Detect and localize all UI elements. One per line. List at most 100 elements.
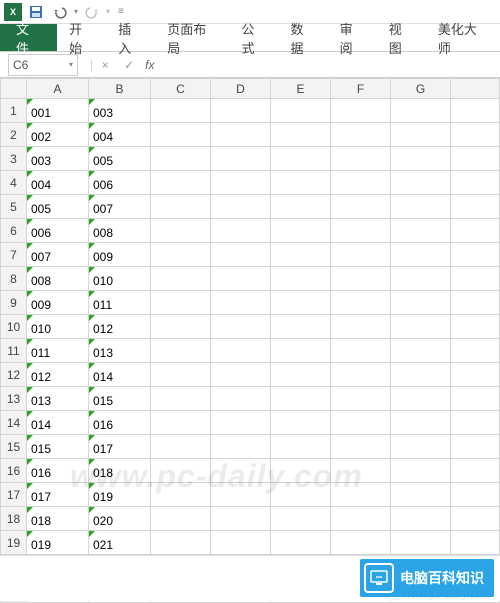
- cell-E10[interactable]: [271, 315, 331, 339]
- cell-E6[interactable]: [271, 219, 331, 243]
- cell-C11[interactable]: [151, 339, 211, 363]
- cell-A16[interactable]: 016: [27, 459, 89, 483]
- cell-A9[interactable]: 009: [27, 291, 89, 315]
- cell-D16[interactable]: [211, 459, 271, 483]
- cell-A4[interactable]: 004: [27, 171, 89, 195]
- cell-F7[interactable]: [331, 243, 391, 267]
- cell-D12[interactable]: [211, 363, 271, 387]
- cell-B16[interactable]: 018: [89, 459, 151, 483]
- cell-D5[interactable]: [211, 195, 271, 219]
- cell-E14[interactable]: [271, 411, 331, 435]
- cell-F3[interactable]: [331, 147, 391, 171]
- cell-A12[interactable]: 012: [27, 363, 89, 387]
- cell-F10[interactable]: [331, 315, 391, 339]
- row-header-3[interactable]: 3: [1, 147, 27, 171]
- cell-C12[interactable]: [151, 363, 211, 387]
- cell-G11[interactable]: [391, 339, 451, 363]
- undo-button[interactable]: [50, 2, 70, 22]
- cell-C1[interactable]: [151, 99, 211, 123]
- worksheet-grid[interactable]: ABCDEFG 10010032002004300300540040065005…: [0, 78, 500, 603]
- cell-D14[interactable]: [211, 411, 271, 435]
- cell-D8[interactable]: [211, 267, 271, 291]
- cell-G1[interactable]: [391, 99, 451, 123]
- cell-G18[interactable]: [391, 507, 451, 531]
- select-all-corner[interactable]: [1, 79, 27, 99]
- row-header-17[interactable]: 17: [1, 483, 27, 507]
- cell-A8[interactable]: 008: [27, 267, 89, 291]
- cell-D15[interactable]: [211, 435, 271, 459]
- cell-F4[interactable]: [331, 171, 391, 195]
- cell-D19[interactable]: [211, 531, 271, 555]
- cell-C8[interactable]: [151, 267, 211, 291]
- row-header-9[interactable]: 9: [1, 291, 27, 315]
- row-header-19[interactable]: 19: [1, 531, 27, 555]
- redo-button[interactable]: [82, 2, 102, 22]
- cell-E7[interactable]: [271, 243, 331, 267]
- cell-B8[interactable]: 010: [89, 267, 151, 291]
- cell-B15[interactable]: 017: [89, 435, 151, 459]
- cell-G4[interactable]: [391, 171, 451, 195]
- cell-A18[interactable]: 018: [27, 507, 89, 531]
- cell-A19[interactable]: 019: [27, 531, 89, 555]
- cell-B3[interactable]: 005: [89, 147, 151, 171]
- cell-A3[interactable]: 003: [27, 147, 89, 171]
- cell-E16[interactable]: [271, 459, 331, 483]
- cell-C10[interactable]: [151, 315, 211, 339]
- cell-G12[interactable]: [391, 363, 451, 387]
- column-header-C[interactable]: C: [151, 79, 211, 99]
- column-header-F[interactable]: F: [331, 79, 391, 99]
- cell-E18[interactable]: [271, 507, 331, 531]
- cell-B4[interactable]: 006: [89, 171, 151, 195]
- cell-D2[interactable]: [211, 123, 271, 147]
- cell-F14[interactable]: [331, 411, 391, 435]
- cell-A6[interactable]: 006: [27, 219, 89, 243]
- cell-C19[interactable]: [151, 531, 211, 555]
- cell-G13[interactable]: [391, 387, 451, 411]
- row-header-1[interactable]: 1: [1, 99, 27, 123]
- cell-A17[interactable]: 017: [27, 483, 89, 507]
- cell-B5[interactable]: 007: [89, 195, 151, 219]
- cell-B10[interactable]: 012: [89, 315, 151, 339]
- tab-data[interactable]: 数据: [279, 24, 328, 51]
- cell-B2[interactable]: 004: [89, 123, 151, 147]
- cell-A15[interactable]: 015: [27, 435, 89, 459]
- cell-B17[interactable]: 019: [89, 483, 151, 507]
- cell-B14[interactable]: 016: [89, 411, 151, 435]
- cell-E1[interactable]: [271, 99, 331, 123]
- cell-C9[interactable]: [151, 291, 211, 315]
- column-header-B[interactable]: B: [89, 79, 151, 99]
- cell-C16[interactable]: [151, 459, 211, 483]
- cell-B6[interactable]: 008: [89, 219, 151, 243]
- cell-C2[interactable]: [151, 123, 211, 147]
- cell-E12[interactable]: [271, 363, 331, 387]
- cell-G9[interactable]: [391, 291, 451, 315]
- cell-E19[interactable]: [271, 531, 331, 555]
- cell-D4[interactable]: [211, 171, 271, 195]
- cell-D18[interactable]: [211, 507, 271, 531]
- fx-icon[interactable]: fx: [141, 58, 158, 72]
- cell-A7[interactable]: 007: [27, 243, 89, 267]
- cell-F2[interactable]: [331, 123, 391, 147]
- redo-dropdown-icon[interactable]: ▾: [106, 7, 110, 16]
- cell-G8[interactable]: [391, 267, 451, 291]
- formula-cancel-button[interactable]: ×: [93, 53, 117, 77]
- column-header-G[interactable]: G: [391, 79, 451, 99]
- cell-B1[interactable]: 003: [89, 99, 151, 123]
- tab-home[interactable]: 开始: [57, 24, 106, 51]
- cell-G5[interactable]: [391, 195, 451, 219]
- formula-confirm-button[interactable]: ✓: [117, 53, 141, 77]
- cell-E11[interactable]: [271, 339, 331, 363]
- cell-B19[interactable]: 021: [89, 531, 151, 555]
- cell-B13[interactable]: 015: [89, 387, 151, 411]
- cell-E3[interactable]: [271, 147, 331, 171]
- cell-F16[interactable]: [331, 459, 391, 483]
- row-header-18[interactable]: 18: [1, 507, 27, 531]
- cell-A10[interactable]: 010: [27, 315, 89, 339]
- row-header-13[interactable]: 13: [1, 387, 27, 411]
- cell-G6[interactable]: [391, 219, 451, 243]
- cell-C18[interactable]: [151, 507, 211, 531]
- cell-F1[interactable]: [331, 99, 391, 123]
- tab-view[interactable]: 视图: [377, 24, 426, 51]
- cell-F11[interactable]: [331, 339, 391, 363]
- cell-D7[interactable]: [211, 243, 271, 267]
